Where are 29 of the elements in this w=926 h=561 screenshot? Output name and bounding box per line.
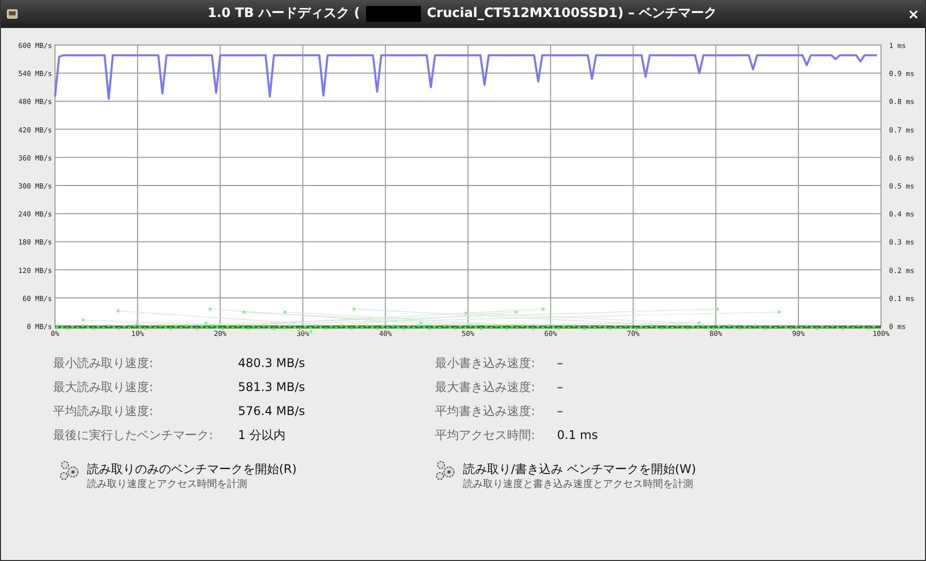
stat-label: 最後に実行したベンチマーク: (53, 427, 214, 444)
stat-value: 480.3 MB/s (238, 355, 306, 372)
button-title: 読み取りのみのベンチマークを開始(R) (87, 461, 298, 478)
stat-value: – (557, 355, 563, 372)
redaction-block (366, 6, 421, 22)
stat-value: 0.1 ms (557, 427, 598, 444)
gears-icon (435, 460, 457, 482)
stat-label: 平均書き込み速度: (435, 403, 536, 420)
stat-label: 最小書き込み速度: (435, 355, 536, 372)
stat-value: 581.3 MB/s (238, 379, 306, 396)
window-icon (7, 7, 18, 21)
close-icon (908, 10, 918, 18)
button-title: 読み取り/書き込み ベンチマークを開始(W) (463, 461, 698, 478)
stat-label: 最小読み取り速度: (53, 355, 154, 372)
window-title: 1.0 TB ハードディスク ( (208, 5, 360, 24)
gears-icon (59, 460, 81, 482)
stat-value: 576.4 MB/s (238, 403, 306, 420)
stat-label: 最大読み取り速度: (53, 379, 154, 396)
benchmark-button[interactable]: 読み取り/書き込み ベンチマークを開始(W) 読み取り速度と書き込み速度とアクセス時間を計測 (435, 460, 735, 492)
button-description: 読み取り速度とアクセス時間を計測 (87, 478, 248, 492)
window-title: Crucial_CT512MX100SSD1) – ベンチマーク (426, 5, 718, 24)
stat-value: – (557, 403, 563, 420)
stat-value: 1 分以内 (238, 427, 286, 444)
stat-value: – (557, 379, 563, 396)
benchmark-button[interactable]: 読み取りのみのベンチマークを開始(R) 読み取り速度とアクセス時間を計測 (1, 460, 435, 492)
button-description: 読み取り速度と書き込み速度とアクセス時間を計測 (463, 478, 694, 492)
stat-label: 平均読み取り速度: (53, 403, 154, 420)
stat-label: 平均アクセス時間: (435, 427, 536, 444)
stat-label: 最大書き込み速度: (435, 379, 536, 396)
